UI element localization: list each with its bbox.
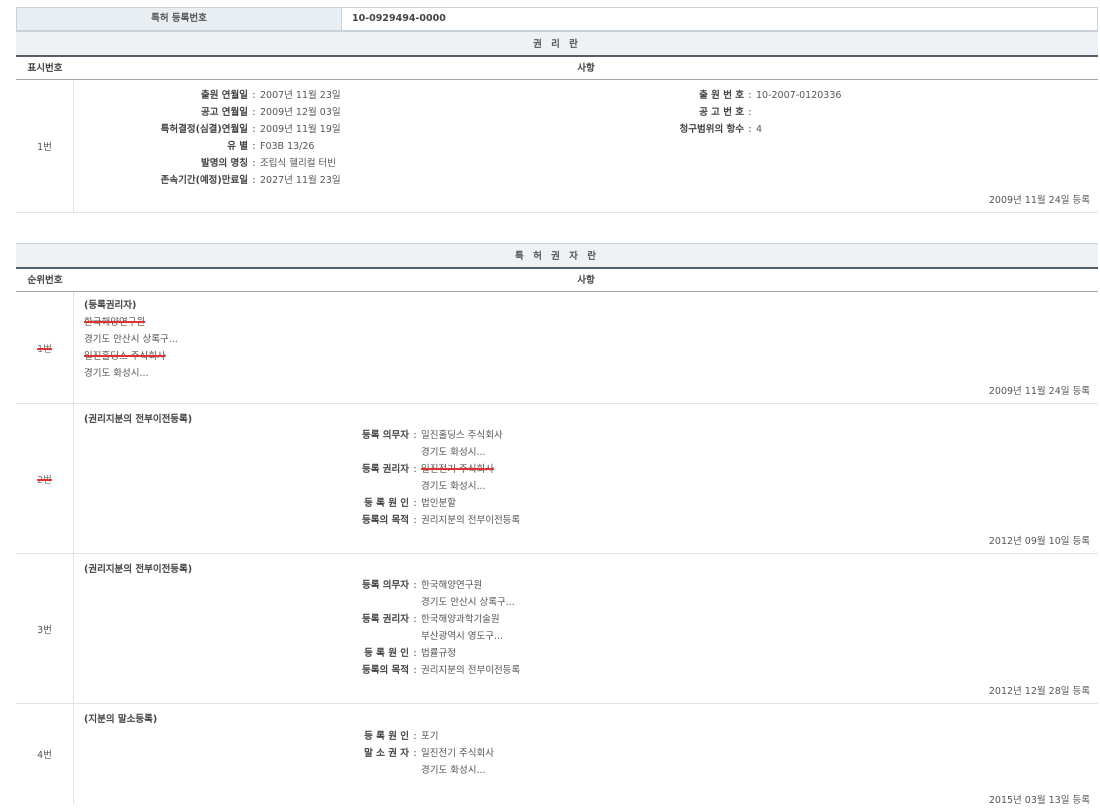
row-number: 4번 (16, 704, 74, 804)
obligor-address: 경기도 안산시 상록구... (244, 594, 515, 611)
holder-row-body: (권리지분의 전부이전등록) 등록 의무자:일진홀딩스 주식회사 경기도 화성시… (74, 404, 1098, 553)
expiry-date: 존속기간(예정)만료일:2027년 11월 23일 (78, 172, 341, 189)
registration-cause: 등 록 원 인:법률규정 (244, 645, 456, 662)
registration-cause: 등 록 원 인:법인분할 (244, 495, 456, 512)
row-number: 2번 (16, 404, 74, 553)
registration-date: 2012년 09월 10일 등록 (989, 533, 1090, 547)
holder: 등록 권리자:일진전기 주식회사 (244, 461, 494, 478)
holder-row-body: (지분의 말소등록) 등 록 원 인:포기 말 소 권 자:일진전기 주식회사 … (74, 704, 1098, 804)
holder-address: 경기도 화성시... (84, 365, 149, 382)
cancelled-holder: 말 소 권 자:일진전기 주식회사 (244, 745, 494, 762)
rights-row: 1번 출원 연월일:2007년 11월 23일 공고 연월일:2009년 12월… (16, 80, 1098, 213)
row-number: 3번 (16, 554, 74, 703)
claims-count: 청구범위의 항수:4 (614, 121, 762, 138)
content-header: 사항 (74, 269, 1098, 291)
obligor-address: 경기도 화성시... (244, 444, 486, 461)
registration-date: 2012년 12월 28일 등록 (989, 683, 1090, 697)
holder-name: 일진홀딩스 주식회사 (84, 348, 166, 365)
content-header: 사항 (74, 57, 1098, 79)
holder-row: 2번 (권리지분의 전부이전등록) 등록 의무자:일진홀딩스 주식회사 경기도 … (16, 404, 1098, 554)
classification: 유 별:F03B 13/26 (78, 138, 314, 155)
holder-section-title: 특 허 권 자 란 (16, 243, 1098, 269)
row-number: 1번 (16, 292, 74, 403)
holder-row-body: (권리지분의 전부이전등록) 등록 의무자:한국해양연구원 경기도 안산시 상록… (74, 554, 1098, 703)
patent-number-row: 특허 등록번호 10-0929494-0000 (16, 7, 1098, 31)
application-number: 출 원 번 호:10-2007-0120336 (614, 87, 841, 104)
patent-register: 특허 등록번호 10-0929494-0000 권 리 란 표시번호 사항 1번… (16, 7, 1098, 804)
holder-row-body: (등록권리자) 한국해양연구원 경기도 안산시 상록구... 일진홀딩스 주식회… (74, 292, 1098, 403)
patent-number-value: 10-0929494-0000 (342, 8, 1097, 30)
registration-date: 2009년 11월 24일 등록 (989, 192, 1090, 206)
row-heading: (권리지분의 전부이전등록) (84, 561, 192, 578)
holder-row: 4번 (지분의 말소등록) 등 록 원 인:포기 말 소 권 자:일진전기 주식… (16, 704, 1098, 804)
rank-number-header: 순위번호 (16, 269, 74, 291)
row-number: 1번 (16, 80, 74, 212)
obligor: 등록 의무자:한국해양연구원 (244, 577, 482, 594)
holder-row: 3번 (권리지분의 전부이전등록) 등록 의무자:한국해양연구원 경기도 안산시… (16, 554, 1098, 704)
rights-section-title: 권 리 란 (16, 31, 1098, 57)
registration-date: 2009년 11월 24일 등록 (989, 383, 1090, 397)
display-number-header: 표시번호 (16, 57, 74, 79)
obligor: 등록 의무자:일진홀딩스 주식회사 (244, 427, 503, 444)
holder-address: 경기도 안산시 상록구... (84, 331, 178, 348)
holder-row: 1번 (등록권리자) 한국해양연구원 경기도 안산시 상록구... 일진홀딩스 … (16, 292, 1098, 404)
holder: 등록 권리자:한국해양과학기술원 (244, 611, 500, 628)
row-heading: (권리지분의 전부이전등록) (84, 411, 192, 428)
publication-date: 공고 연월일:2009년 12월 03일 (78, 104, 341, 121)
invention-title: 발명의 명칭:조립식 헬리컬 터빈 (78, 155, 336, 172)
holder-address: 부산광역시 영도구... (244, 628, 503, 645)
filing-date: 출원 연월일:2007년 11월 23일 (78, 87, 341, 104)
rights-column-header: 표시번호 사항 (16, 57, 1098, 80)
row-heading: (등록권리자) (84, 297, 136, 314)
holder-address: 경기도 화성시... (244, 478, 486, 495)
publication-number: 공 고 번 호: (614, 104, 756, 121)
holder-column-header: 순위번호 사항 (16, 269, 1098, 292)
rights-row-body: 출원 연월일:2007년 11월 23일 공고 연월일:2009년 12월 03… (74, 80, 1098, 212)
registration-date: 2015년 03월 13일 등록 (989, 792, 1090, 806)
registration-cause: 등 록 원 인:포기 (244, 728, 438, 745)
patent-number-label: 특허 등록번호 (17, 8, 342, 30)
registration-purpose: 등록의 목적:권리지분의 전부이전등록 (244, 512, 520, 529)
cancelled-holder-address: 경기도 화성시... (244, 762, 486, 779)
row-heading: (지분의 말소등록) (84, 711, 157, 728)
holder-name: 한국해양연구원 (84, 314, 145, 331)
decision-date: 특허결정(심결)연월일:2009년 11월 19일 (78, 121, 341, 138)
registration-purpose: 등록의 목적:권리지분의 전부이전등록 (244, 662, 520, 679)
